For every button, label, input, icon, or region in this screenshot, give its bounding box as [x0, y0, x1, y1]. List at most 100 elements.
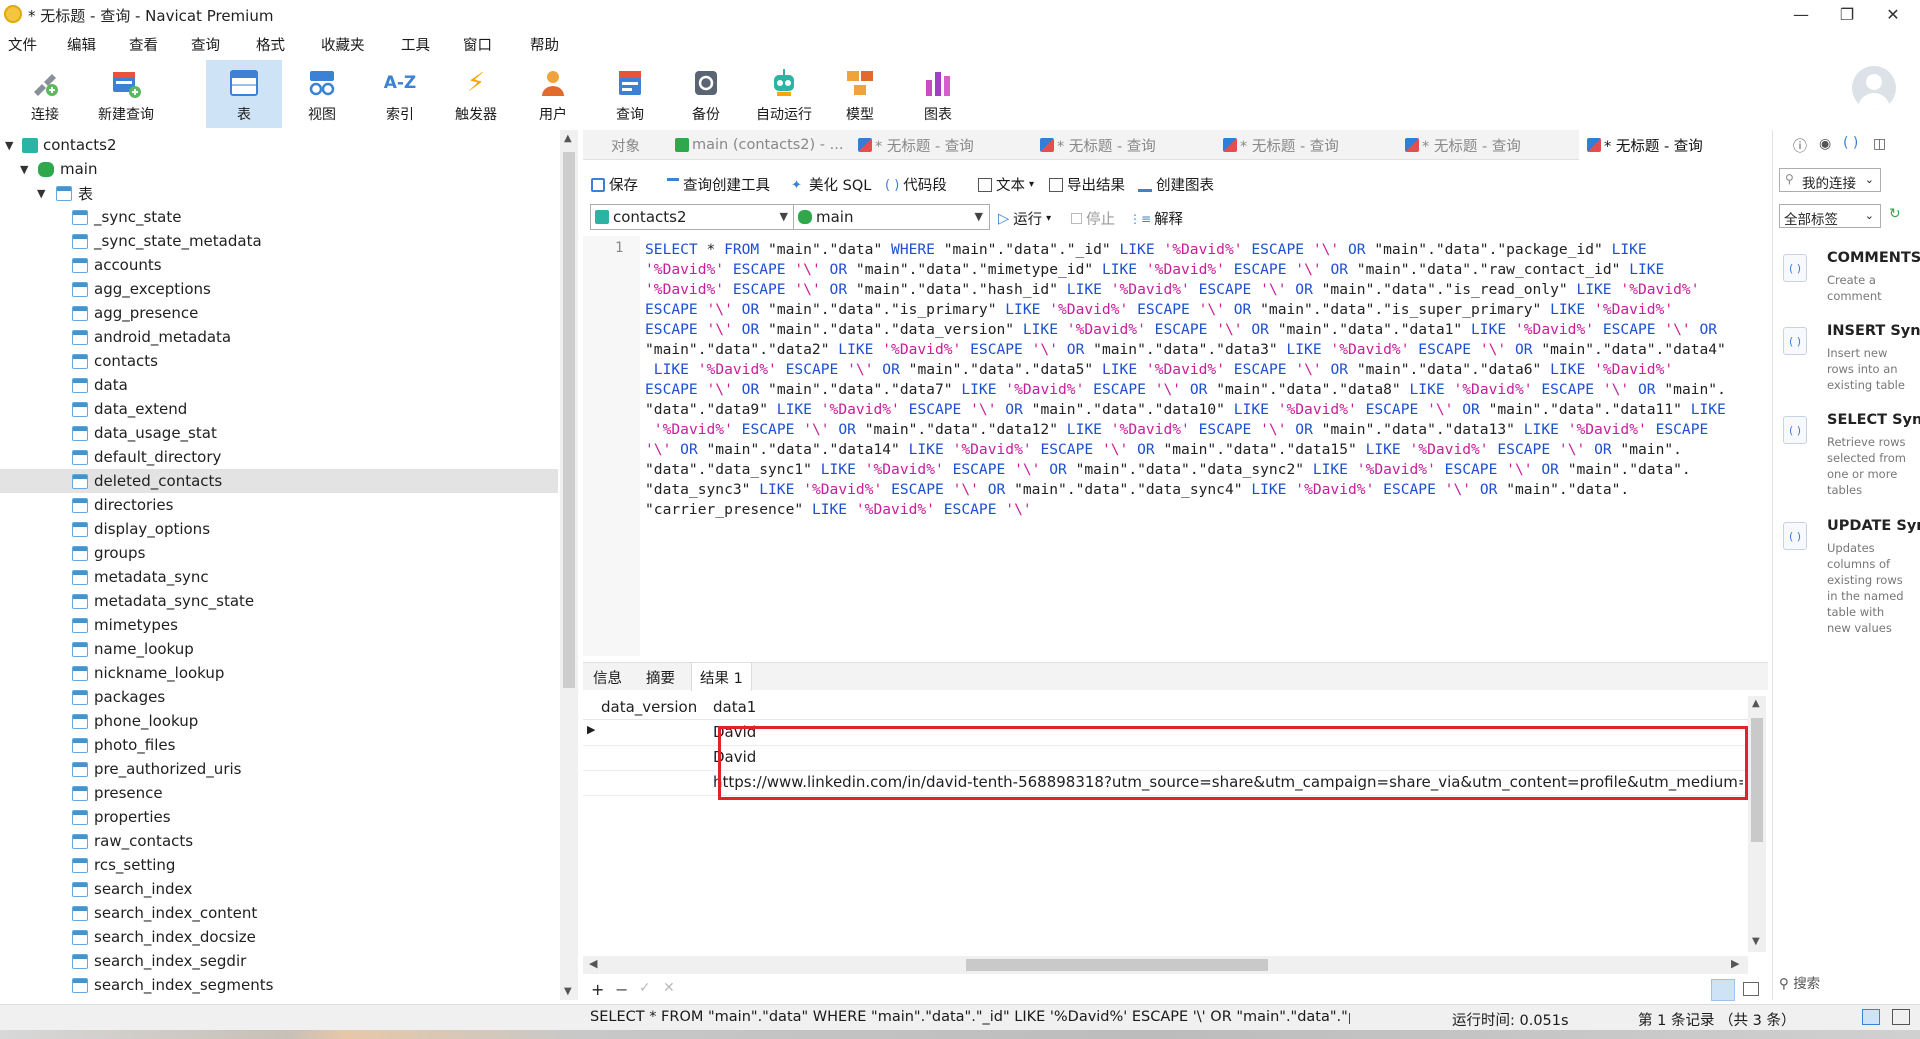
tree-table-item[interactable]: packages	[0, 685, 558, 709]
tree-table-item[interactable]: contacts	[0, 349, 558, 373]
tree-table-item[interactable]: presence	[0, 781, 558, 805]
tab-info[interactable]: 信息	[593, 663, 622, 691]
explain-button[interactable]: ⋮≡ 解释	[1129, 208, 1183, 229]
grid-hscroll-thumb[interactable]	[966, 959, 1268, 971]
backup-button[interactable]: 备份	[676, 60, 736, 128]
connection-button[interactable]: 连接	[14, 60, 76, 128]
query-builder-button[interactable]: 查询创建工具	[667, 174, 770, 195]
user-avatar[interactable]	[1852, 66, 1896, 110]
discard-changes-button[interactable]: ✕	[663, 980, 675, 996]
table-row[interactable]: https://www.linkedin.com/in/david-tenth-…	[583, 771, 1748, 796]
ddl-icon[interactable]: ◉	[1819, 136, 1831, 152]
tree-schema[interactable]: ▼ main	[0, 157, 558, 181]
scroll-left-icon[interactable]: ◀	[589, 957, 597, 970]
auto-run-button[interactable]: 自动运行	[748, 60, 820, 128]
tree-scroll-thumb[interactable]	[563, 152, 575, 688]
tree-connection[interactable]: ▼ contacts2	[0, 133, 558, 157]
tree-table-item[interactable]: agg_exceptions	[0, 277, 558, 301]
grid-view-icon[interactable]	[1711, 979, 1735, 1001]
grid-vertical-scrollbar[interactable]: ▲ ▼	[1748, 696, 1766, 952]
tree-table-item[interactable]: metadata_sync	[0, 565, 558, 589]
form-view-icon[interactable]	[1743, 982, 1759, 996]
tab-query-2[interactable]: * 无标题 - 查询	[1040, 130, 1156, 160]
table-row[interactable]: David	[583, 746, 1748, 771]
scroll-right-icon[interactable]: ▶	[1731, 957, 1739, 970]
apply-changes-button[interactable]: ✓	[639, 980, 651, 996]
tree-table-item[interactable]: _sync_state	[0, 205, 558, 229]
cell-data1[interactable]: David	[713, 723, 1743, 741]
run-button[interactable]: ▷ 运行 ▾	[998, 208, 1051, 229]
text-button[interactable]: 文本 ▾	[978, 174, 1034, 195]
grid-horizontal-scrollbar[interactable]: ◀ ▶	[583, 956, 1748, 974]
maximize-button[interactable]: ❐	[1824, 0, 1870, 28]
grid-vscroll-thumb[interactable]	[1751, 718, 1763, 842]
save-button[interactable]: 保存	[591, 174, 638, 195]
snippet-search[interactable]: ⚲ 搜索	[1779, 972, 1820, 992]
tree-table-item[interactable]: mimetypes	[0, 613, 558, 637]
connection-filter-select[interactable]: ⚲ 我的连接 ⌄	[1779, 168, 1881, 192]
delete-row-button[interactable]: −	[615, 980, 628, 999]
tab-query-active[interactable]: * 无标题 - 查询	[1579, 130, 1769, 160]
sql-editor[interactable]: 1 SELECT * FROM "main"."data" WHERE "mai…	[583, 236, 1768, 656]
refresh-icon[interactable]: ↻	[1889, 206, 1901, 222]
menu-favorites[interactable]: 收藏夹	[321, 34, 365, 55]
tree-table-item[interactable]: name_lookup	[0, 637, 558, 661]
scroll-down-icon[interactable]: ▼	[564, 986, 572, 997]
menu-file[interactable]: 文件	[8, 34, 37, 55]
tree-table-item[interactable]: directories	[0, 493, 558, 517]
expand-arrow-icon[interactable]: ▼	[37, 187, 45, 200]
snippet-button[interactable]: ( ) 代码段	[885, 174, 947, 195]
close-button[interactable]: ✕	[1870, 0, 1916, 28]
tree-table-item[interactable]: accounts	[0, 253, 558, 277]
menu-format[interactable]: 格式	[256, 34, 285, 55]
view-button[interactable]: 视图	[292, 60, 352, 128]
tab-query-3[interactable]: * 无标题 - 查询	[1223, 130, 1339, 160]
table-row[interactable]: ▶ David	[583, 721, 1748, 746]
stop-button[interactable]: 停止	[1071, 208, 1115, 229]
tree-table-item[interactable]: photo_files	[0, 733, 558, 757]
tree-table-item[interactable]: rcs_setting	[0, 853, 558, 877]
trigger-button[interactable]: ⚡ 触发器	[446, 60, 506, 128]
menu-edit[interactable]: 编辑	[67, 34, 96, 55]
tree-table-item[interactable]: nickname_lookup	[0, 661, 558, 685]
database-select[interactable]: main ▼	[793, 204, 990, 230]
expand-arrow-icon[interactable]: ▼	[20, 163, 28, 176]
column-header-data1[interactable]: data1	[701, 694, 1748, 720]
tree-table-item[interactable]: search_index_content	[0, 901, 558, 925]
scroll-up-icon[interactable]: ▲	[1752, 698, 1760, 709]
tree-table-item[interactable]: phone_lookup	[0, 709, 558, 733]
cell-data1[interactable]: https://www.linkedin.com/in/david-tenth-…	[713, 773, 1743, 791]
menu-tools[interactable]: 工具	[401, 34, 430, 55]
tab-summary[interactable]: 摘要	[646, 663, 675, 691]
tree-table-item[interactable]: display_options	[0, 517, 558, 541]
menu-window[interactable]: 窗口	[463, 34, 492, 55]
info-icon[interactable]: ⓘ	[1793, 136, 1807, 156]
tree-table-item[interactable]: data	[0, 373, 558, 397]
tab-query-4[interactable]: * 无标题 - 查询	[1405, 130, 1521, 160]
tree-table-item[interactable]: search_index_segdir	[0, 949, 558, 973]
tab-query-1[interactable]: * 无标题 - 查询	[858, 130, 974, 160]
expand-arrow-icon[interactable]: ▼	[5, 139, 13, 152]
tab-main-contacts2[interactable]: main (contacts2) - ...	[675, 130, 843, 160]
column-header-data-version[interactable]: data_version	[583, 694, 701, 720]
panel-layout-icon[interactable]: ◫	[1873, 136, 1886, 152]
layout-split-icon[interactable]	[1862, 1009, 1880, 1025]
menu-help[interactable]: 帮助	[530, 34, 559, 55]
model-button[interactable]: 模型	[830, 60, 890, 128]
snippet-tab-icon[interactable]: ( )	[1843, 135, 1858, 151]
create-chart-button[interactable]: 创建图表	[1138, 174, 1214, 195]
tree-table-item[interactable]: android_metadata	[0, 325, 558, 349]
tree-table-item[interactable]: search_index	[0, 877, 558, 901]
cell-data1[interactable]: David	[713, 748, 1743, 766]
minimize-button[interactable]: —	[1778, 0, 1824, 28]
tree-table-item[interactable]: raw_contacts	[0, 829, 558, 853]
tree-table-item[interactable]: search_index_docsize	[0, 925, 558, 949]
sql-code[interactable]: SELECT * FROM "main"."data" WHERE "main"…	[645, 240, 1755, 520]
tree-table-item[interactable]: deleted_contacts	[0, 469, 558, 493]
tag-filter-select[interactable]: 全部标签 ⌄	[1779, 204, 1881, 228]
tree-table-item[interactable]: groups	[0, 541, 558, 565]
export-result-button[interactable]: 导出结果	[1049, 174, 1125, 195]
connection-select[interactable]: contacts2 ▼	[590, 204, 795, 230]
tree-table-item[interactable]: agg_presence	[0, 301, 558, 325]
tree-table-item[interactable]: _sync_state_metadata	[0, 229, 558, 253]
